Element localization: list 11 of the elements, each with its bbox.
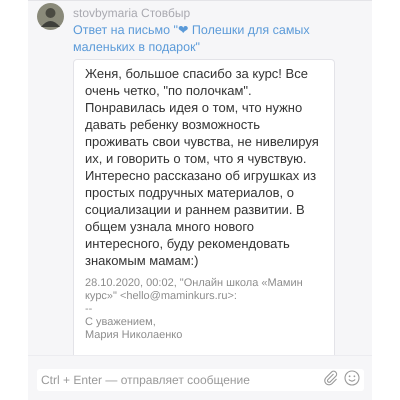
smiley-icon[interactable] (344, 370, 360, 386)
avatar (37, 3, 64, 30)
signature-line: -- (85, 303, 94, 316)
signature-line: С уважением, (85, 316, 157, 329)
author-name: stovbymaria Стовбыр (73, 6, 192, 21)
message-input[interactable]: Ctrl + Enter — отправляет сообщение (37, 369, 364, 391)
signature-line: Мария Николаенко (85, 329, 184, 342)
message-text: Женя, большое спасибо за курс! Все очень четко, "по полочкам". Понравилась идея о том, что нужно давать ребенку возможность проживать свои чувства, не нивелируя их, и говорить о том, что я чувствую. Интересно рассказано об игрушках из простых подручных материалов, о социализации и раннем развитии. В общем узнала много нового интересного, буду рекомендовать знакомым мамам:) (85, 65, 320, 269)
quote-header: 28.10.2020, 00:02, "Онлайн школа «Мамин курс»" <hello@maminkurs.ru>: (85, 277, 304, 303)
paperclip-icon[interactable] (323, 370, 339, 386)
reply-subject-link[interactable]: Ответ на письмо "❤ Полешки для самых маленьких в подарок" (73, 22, 335, 56)
